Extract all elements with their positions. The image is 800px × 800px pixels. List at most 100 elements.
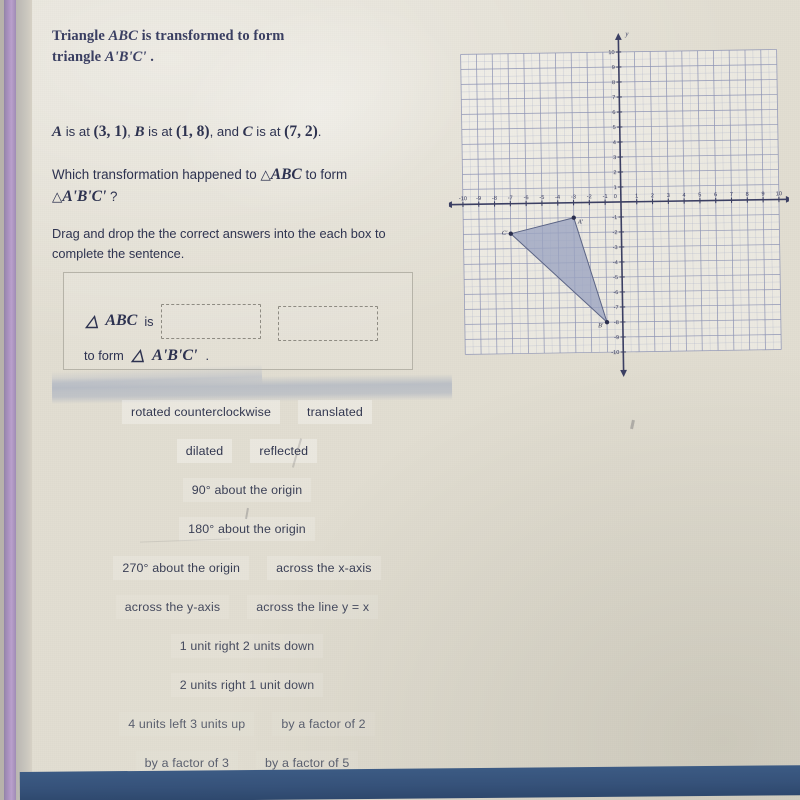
y-tick-label: 3 [613,155,616,161]
title2-post: . [146,49,155,65]
title-pre: Triangle [52,28,109,44]
option-tile-row: 270° about the origin across the x-axis [52,556,442,580]
vertex-label: A' [577,219,584,226]
option-tile-row: 2 units right 1 unit down [52,673,442,697]
is-at-c: is at [256,124,281,139]
option-tile[interactable]: dilated [176,439,233,463]
y-tick-label: -7 [614,305,619,311]
option-tile-row: 180° about the origin [52,517,442,541]
x-tick-label: -4 [555,195,560,201]
title-post: is transformed to form [137,28,285,44]
origin-label: 0 [614,194,617,200]
is-at-a: is at [65,124,90,139]
sentence-triangle-symbol: △ [86,313,99,330]
x-tick-label: 7 [730,192,733,198]
option-tile[interactable]: translated [298,400,372,424]
option-tile[interactable]: by a factor of 2 [272,712,375,736]
coordinate-plane: yx-10-9-8-7-6-5-4-3-2-112345678910-10-9-… [446,27,792,384]
y-tick-label: -8 [614,320,619,326]
option-tile[interactable]: 2 units right 1 unit down [170,673,324,697]
option-tile-bank: rotated counterclockwise translated dilate… [52,400,442,790]
y-tick-label: -5 [613,275,618,281]
triangle-icon-2: △ [52,190,63,205]
sentence-is-word: is [144,313,154,329]
option-tile[interactable]: across the x-axis [267,556,381,580]
y-tick-label: -10 [611,350,619,356]
y-tick-label: -2 [612,230,617,236]
option-tile[interactable]: 4 units left 3 units up [119,712,255,736]
x-tick-label: -9 [476,196,481,202]
given-points: A is at (3, 1), B is at (1, 8), and C is… [52,122,422,142]
y-tick-label: 8 [612,80,615,86]
x-tick-label: 2 [651,193,654,199]
y-tick-label: -9 [614,335,619,341]
y-axis-arrow-up [614,32,622,41]
point-b-value: (1, 8) [176,123,210,140]
option-tile-row: 90° about the origin [52,478,442,502]
y-tick-label: -3 [613,245,618,251]
option-tile[interactable]: across the line y = x [247,595,379,619]
is-at-b: is at [148,124,173,139]
x-tick-label: 3 [667,193,670,199]
x-tick-label: -3 [571,194,576,200]
option-tile[interactable]: 180° about the origin [179,517,315,541]
ask-abc-prime: A'B'C' [62,188,107,205]
x-tick-label: -10 [459,196,467,202]
option-tile-row: across the y-axis across the line y = x [52,595,442,619]
option-tile[interactable]: 270° about the origin [113,556,250,580]
comma-1: , [127,124,131,139]
question-prompt: Which transformation happened to △ABC to… [52,164,424,208]
sentence-abc-label: ABC [105,312,138,329]
dropzone-transformation[interactable] [160,303,261,339]
title2-pre: triangle [52,49,105,65]
answer-sentence-line-1: △ ABC is [86,301,378,341]
x-tick-label: -7 [508,195,513,201]
y-tick-label: 9 [612,65,615,71]
period-1: . [317,124,322,139]
x-tick-label: 8 [746,192,749,198]
drag-drop-instruction: Drag and drop the the correct answers in… [52,226,386,261]
ask-pre: Which transformation happened to [52,167,257,182]
option-tile[interactable]: 1 unit right 2 units down [170,634,324,658]
y-tick-label: 5 [613,125,616,131]
answer-sentence-box: △ ABC is to form △ A'B'C' . [63,272,413,370]
option-tile[interactable]: rotated counterclockwise [122,400,281,424]
point-b-label: B [134,124,145,140]
option-tile[interactable]: across the y-axis [115,595,230,619]
title-abc-prime: A'B'C' [104,49,147,65]
y-axis-arrow-down [620,369,627,377]
point-c-value: (7, 2) [284,123,318,140]
x-tick-label: 9 [761,192,764,198]
ask-mid: to form [305,167,348,182]
x-tick-label: 10 [776,191,782,197]
option-tile-row: 4 units left 3 units up by a factor of 2 [52,712,442,736]
point-c-label: C [242,124,253,140]
option-tile[interactable]: reflected [250,439,318,463]
y-tick-label: 4 [613,140,616,146]
bottom-app-bar [19,765,800,800]
sentence-to-form: to form [84,348,124,363]
y-tick-label: 1 [614,185,617,191]
x-tick-label: 4 [682,193,685,199]
y-tick-label: -1 [612,215,617,221]
triangle-icon-1: △ [260,168,271,183]
ask-questionmark: ? [109,189,118,204]
dropzone-detail[interactable] [277,306,378,341]
sentence-triangle-symbol-2: △ [131,347,145,364]
option-tile[interactable]: 90° about the origin [182,478,312,502]
ask-abc: ABC [270,166,302,183]
y-tick-label: 2 [613,170,616,176]
y-tick-label: 6 [612,110,615,116]
option-tile-row: rotated counterclockwise translated [52,400,442,424]
y-tick-label: -4 [613,260,618,266]
vertex-label: B' [598,322,604,329]
y-tick-label: 7 [612,95,615,101]
y-tick-label: 10 [608,50,614,56]
question-title: Triangle ABC is transformed to form tria… [52,26,382,68]
x-tick-label: -1 [603,194,608,200]
x-tick-label: -8 [492,196,497,202]
point-a-label: A [52,124,63,140]
x-tick-label: 5 [698,193,701,199]
option-tile-row: 1 unit right 2 units down [52,634,442,658]
and-word: , and [209,124,239,139]
